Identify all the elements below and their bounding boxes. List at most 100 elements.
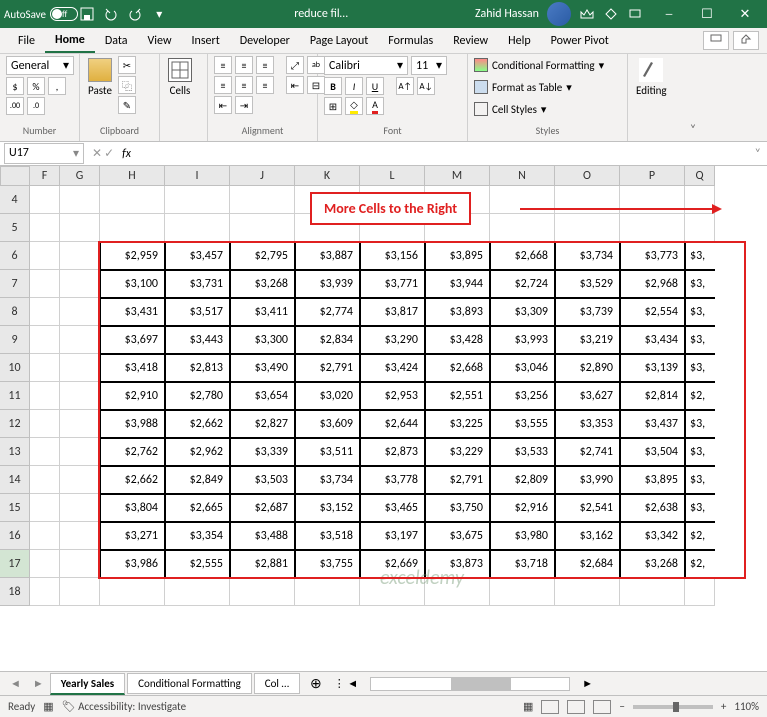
- column-header[interactable]: Q: [685, 166, 715, 186]
- close-button[interactable]: ✕: [727, 0, 763, 28]
- italic-button[interactable]: I: [345, 77, 363, 95]
- cell[interactable]: $3,533: [490, 438, 555, 466]
- cell[interactable]: $2,780: [165, 382, 230, 410]
- cell[interactable]: $2,910: [100, 382, 165, 410]
- cell[interactable]: $3,675: [425, 522, 490, 550]
- cell[interactable]: [685, 214, 715, 242]
- cell[interactable]: [555, 578, 620, 606]
- sheet-tab[interactable]: Conditional Formatting: [127, 673, 252, 694]
- share-button[interactable]: [733, 31, 759, 50]
- row-header[interactable]: 18: [0, 578, 30, 606]
- cell[interactable]: $3,100: [100, 270, 165, 298]
- comma-icon[interactable]: ,: [48, 77, 66, 95]
- cell[interactable]: $2,724: [490, 270, 555, 298]
- cell[interactable]: $3,271: [100, 522, 165, 550]
- cell[interactable]: $3,424: [360, 354, 425, 382]
- avatar[interactable]: [547, 2, 571, 26]
- row-header[interactable]: 8: [0, 298, 30, 326]
- cell[interactable]: $2,551: [425, 382, 490, 410]
- cell[interactable]: $2,827: [230, 410, 295, 438]
- underline-button[interactable]: U: [366, 77, 384, 95]
- cell[interactable]: $3,993: [490, 326, 555, 354]
- editing-button[interactable]: Editing: [634, 56, 669, 99]
- tab-data[interactable]: Data: [95, 30, 138, 52]
- tab-help[interactable]: Help: [498, 30, 541, 52]
- cell[interactable]: $2,873: [360, 438, 425, 466]
- cell[interactable]: $3,778: [360, 466, 425, 494]
- cell[interactable]: $3,555: [490, 410, 555, 438]
- cell[interactable]: $3,197: [360, 522, 425, 550]
- cell[interactable]: [30, 494, 60, 522]
- column-header[interactable]: N: [490, 166, 555, 186]
- fill-color-icon[interactable]: ◇: [345, 97, 363, 115]
- cell[interactable]: $2,849: [165, 466, 230, 494]
- currency-icon[interactable]: $: [6, 77, 24, 95]
- row-header[interactable]: 14: [0, 466, 30, 494]
- column-header[interactable]: M: [425, 166, 490, 186]
- cell[interactable]: $2,665: [165, 494, 230, 522]
- redo-icon[interactable]: [127, 6, 143, 22]
- row-header[interactable]: 11: [0, 382, 30, 410]
- cell[interactable]: $3,268: [620, 550, 685, 578]
- cell[interactable]: [30, 326, 60, 354]
- column-header[interactable]: J: [230, 166, 295, 186]
- copy-icon[interactable]: ⿻: [118, 76, 136, 94]
- cell[interactable]: [30, 410, 60, 438]
- cell[interactable]: $3,804: [100, 494, 165, 522]
- name-box[interactable]: U17▾: [4, 143, 84, 164]
- cell[interactable]: [60, 242, 100, 270]
- diamond-icon[interactable]: [603, 6, 619, 22]
- format-painter-icon[interactable]: ✎: [118, 96, 136, 114]
- cell[interactable]: [60, 382, 100, 410]
- cell[interactable]: $2,959: [100, 242, 165, 270]
- cell[interactable]: [30, 270, 60, 298]
- cell[interactable]: $3,418: [100, 354, 165, 382]
- sheet-tab-active[interactable]: Yearly Sales: [50, 673, 125, 695]
- cell[interactable]: $3,225: [425, 410, 490, 438]
- cell[interactable]: $3,887: [295, 242, 360, 270]
- align-bottom-icon[interactable]: ≡: [256, 56, 274, 74]
- bold-button[interactable]: B: [324, 77, 342, 95]
- cell[interactable]: [30, 550, 60, 578]
- align-center-icon[interactable]: ≡: [235, 76, 253, 94]
- cut-icon[interactable]: ✂: [118, 56, 136, 74]
- cell[interactable]: [60, 410, 100, 438]
- column-header[interactable]: O: [555, 166, 620, 186]
- indent-right-icon[interactable]: ⇥: [235, 96, 253, 114]
- cell[interactable]: $3,988: [100, 410, 165, 438]
- cell[interactable]: $3,503: [230, 466, 295, 494]
- cell[interactable]: $3,529: [555, 270, 620, 298]
- row-header[interactable]: 12: [0, 410, 30, 438]
- cell[interactable]: $3,488: [230, 522, 295, 550]
- column-header[interactable]: L: [360, 166, 425, 186]
- cell[interactable]: $2,881: [230, 550, 295, 578]
- cell[interactable]: [60, 522, 100, 550]
- cell[interactable]: [620, 578, 685, 606]
- cell[interactable]: $3,354: [165, 522, 230, 550]
- cell[interactable]: [60, 438, 100, 466]
- cell[interactable]: [100, 578, 165, 606]
- save-icon[interactable]: [79, 6, 95, 22]
- row-header[interactable]: 10: [0, 354, 30, 382]
- select-all-corner[interactable]: [0, 166, 30, 186]
- increase-font-icon[interactable]: A↑: [396, 77, 414, 95]
- cell[interactable]: $3,: [685, 410, 715, 438]
- cell[interactable]: $3,750: [425, 494, 490, 522]
- autosave-toggle[interactable]: AutoSave Off: [4, 7, 67, 21]
- cell[interactable]: [685, 578, 715, 606]
- cell[interactable]: [60, 354, 100, 382]
- display-icon[interactable]: [627, 6, 643, 22]
- cell[interactable]: $3,895: [425, 242, 490, 270]
- row-header[interactable]: 4: [0, 186, 30, 214]
- cell[interactable]: [100, 186, 165, 214]
- cell[interactable]: $2,968: [620, 270, 685, 298]
- cell[interactable]: [230, 186, 295, 214]
- font-name-dropdown[interactable]: Calibri▾: [324, 56, 408, 75]
- cell[interactable]: $3,734: [555, 242, 620, 270]
- cell[interactable]: $3,609: [295, 410, 360, 438]
- cell[interactable]: [30, 466, 60, 494]
- cell[interactable]: [60, 270, 100, 298]
- cell[interactable]: $2,916: [490, 494, 555, 522]
- cell[interactable]: [30, 354, 60, 382]
- row-header[interactable]: 9: [0, 326, 30, 354]
